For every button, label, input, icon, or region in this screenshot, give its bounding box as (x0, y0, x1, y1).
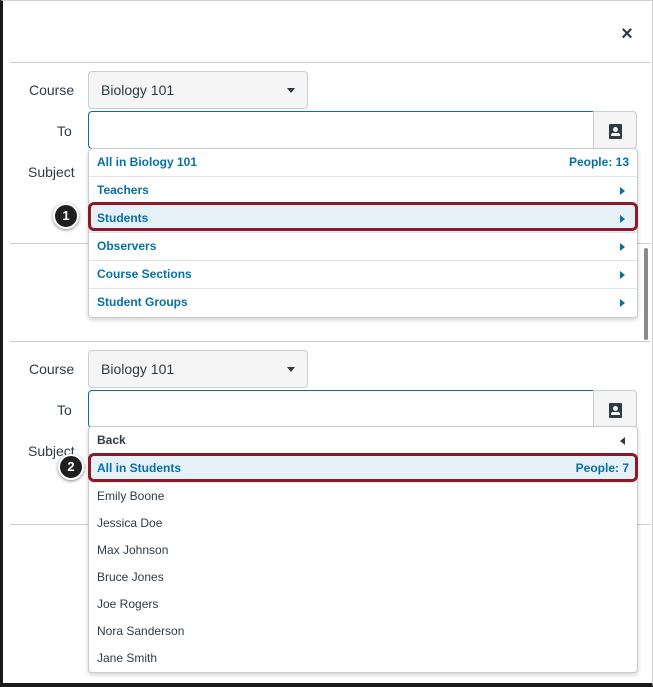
address-book-button[interactable] (593, 111, 637, 149)
person-item[interactable]: Jane Smith (89, 645, 637, 672)
course-select-value: Biology 101 (101, 82, 175, 98)
option-all-in-course[interactable]: All in Biology 101 People: 13 (89, 149, 637, 177)
person-item[interactable]: Nora Sanderson (89, 618, 637, 645)
course-label: Course (29, 82, 75, 98)
address-book-icon (609, 403, 622, 418)
section-divider (10, 341, 650, 342)
to-input[interactable] (88, 390, 594, 428)
option-students[interactable]: Students (89, 205, 637, 233)
chevron-right-icon (620, 187, 625, 195)
person-item[interactable]: Jessica Doe (89, 510, 637, 537)
recipient-dropdown-2: Back All in Students People: 7 Emily Boo… (88, 426, 638, 673)
people-count: People: 7 (575, 461, 629, 475)
chevron-left-icon (620, 437, 625, 445)
option-label: Back (97, 433, 126, 447)
chevron-right-icon (620, 299, 625, 307)
option-label: Students (97, 211, 149, 225)
option-label: All in Students (97, 461, 181, 475)
person-name: Emily Boone (97, 489, 165, 503)
person-name: Jane Smith (97, 651, 158, 665)
option-label: Student Groups (97, 295, 188, 309)
address-book-button[interactable] (593, 390, 637, 428)
person-item[interactable]: Bruce Jones (89, 564, 637, 591)
subject-label: Subject (28, 164, 75, 180)
person-item[interactable]: Joe Rogers (89, 591, 637, 618)
person-name: Max Johnson (97, 543, 169, 557)
course-select[interactable]: Biology 101 (88, 71, 308, 109)
chevron-right-icon (620, 215, 625, 223)
recipient-dropdown-1: All in Biology 101 People: 13 Teachers S… (88, 148, 638, 318)
option-label: Course Sections (97, 267, 192, 281)
to-label: To (57, 123, 72, 139)
option-all-in-students[interactable]: All in Students People: 7 (89, 455, 637, 483)
course-select[interactable]: Biology 101 (88, 350, 308, 388)
person-item[interactable]: Max Johnson (89, 537, 637, 564)
option-observers[interactable]: Observers (89, 233, 637, 261)
chevron-down-icon (287, 88, 295, 93)
option-teachers[interactable]: Teachers (89, 177, 637, 205)
person-name: Bruce Jones (97, 570, 164, 584)
people-count: People: 13 (568, 155, 629, 169)
person-name: Nora Sanderson (97, 624, 185, 638)
chevron-right-icon (620, 243, 625, 251)
close-icon[interactable]: × (617, 22, 637, 46)
callout-badge-2: 2 (58, 454, 84, 480)
course-select-value: Biology 101 (101, 361, 175, 377)
option-label: Teachers (97, 183, 149, 197)
to-input[interactable] (88, 111, 594, 149)
chevron-down-icon (287, 367, 295, 372)
option-label: Observers (97, 239, 157, 253)
option-back[interactable]: Back (89, 427, 637, 455)
chevron-right-icon (620, 271, 625, 279)
scrollbar[interactable] (644, 248, 648, 340)
course-label: Course (29, 361, 75, 377)
address-book-icon (609, 124, 622, 139)
option-label: All in Biology 101 (97, 155, 198, 169)
option-student-groups[interactable]: Student Groups (89, 289, 637, 317)
option-course-sections[interactable]: Course Sections (89, 261, 637, 289)
person-name: Jessica Doe (97, 516, 163, 530)
header-divider (10, 62, 650, 63)
person-name: Joe Rogers (97, 597, 159, 611)
callout-badge-1: 1 (53, 203, 79, 229)
person-item[interactable]: Emily Boone (89, 483, 637, 510)
to-label: To (57, 402, 72, 418)
